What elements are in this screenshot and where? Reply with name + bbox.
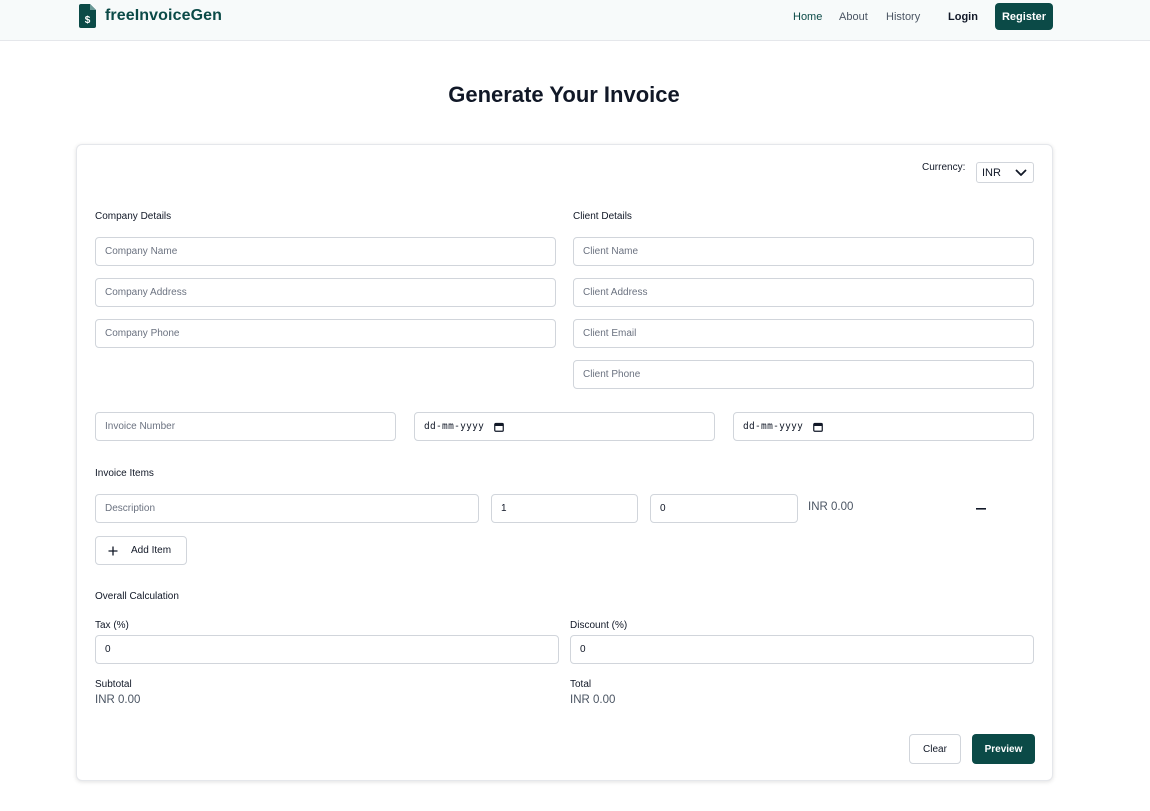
nav-history[interactable]: History: [886, 11, 920, 23]
preview-button[interactable]: Preview: [972, 734, 1035, 764]
due-date-input[interactable]: dd-mm-yyyy: [733, 412, 1034, 441]
calendar-icon: [494, 422, 505, 432]
item-amount: INR 0.00: [808, 501, 854, 513]
company-name-input[interactable]: [95, 237, 556, 266]
add-item-button[interactable]: Add Item: [95, 536, 187, 565]
add-item-label: Add Item: [131, 545, 172, 556]
company-details-heading: Company Details: [95, 211, 172, 222]
discount-input[interactable]: [570, 635, 1034, 664]
nav-about[interactable]: About: [839, 11, 868, 23]
invoice-date-input[interactable]: dd-mm-yyyy: [414, 412, 715, 441]
chevron-down-icon: [1015, 169, 1027, 176]
register-button[interactable]: Register: [995, 3, 1053, 30]
invoice-number-input[interactable]: [95, 412, 396, 441]
tax-input[interactable]: [95, 635, 559, 664]
item-description-input[interactable]: [95, 494, 479, 523]
svg-text:$: $: [85, 15, 91, 26]
due-date-text: dd-mm-yyyy: [743, 421, 804, 432]
total-label: Total: [570, 679, 592, 690]
subtotal-label: Subtotal: [95, 679, 132, 690]
client-details-heading: Client Details: [573, 211, 632, 222]
calendar-icon: [813, 422, 824, 432]
client-phone-input[interactable]: [573, 360, 1034, 389]
invoice-items-heading: Invoice Items: [95, 468, 154, 479]
currency-value: INR: [982, 166, 1001, 179]
client-address-input[interactable]: [573, 278, 1034, 307]
brand[interactable]: $ freeInvoiceGen: [79, 4, 222, 28]
company-phone-input[interactable]: [95, 319, 556, 348]
login-link[interactable]: Login: [948, 11, 978, 23]
overall-calculation-heading: Overall Calculation: [95, 591, 179, 602]
company-address-input[interactable]: [95, 278, 556, 307]
subtotal-value: INR 0.00: [95, 694, 141, 706]
tax-label: Tax (%): [95, 620, 129, 631]
minus-icon: [976, 508, 986, 510]
invoice-date-text: dd-mm-yyyy: [424, 421, 485, 432]
invoice-form-card: Currency: INR Company Details Client Det…: [76, 144, 1053, 781]
top-navbar: $ freeInvoiceGen Home About History Logi…: [0, 0, 1150, 41]
invoice-dollar-icon: $: [79, 4, 96, 28]
brand-name: freeInvoiceGen: [105, 7, 223, 24]
client-email-input[interactable]: [573, 319, 1034, 348]
total-value: INR 0.00: [570, 694, 616, 706]
currency-label: Currency:: [922, 162, 966, 173]
item-quantity-input[interactable]: [491, 494, 638, 523]
client-name-input[interactable]: [573, 237, 1034, 266]
remove-item-button[interactable]: [969, 499, 993, 519]
plus-icon: [108, 546, 118, 555]
discount-label: Discount (%): [570, 620, 628, 631]
currency-select[interactable]: INR: [976, 162, 1034, 183]
page-title: Generate Your Invoice: [448, 82, 680, 107]
clear-button[interactable]: Clear: [909, 734, 961, 764]
item-price-input[interactable]: [650, 494, 798, 523]
nav-home[interactable]: Home: [793, 11, 822, 23]
